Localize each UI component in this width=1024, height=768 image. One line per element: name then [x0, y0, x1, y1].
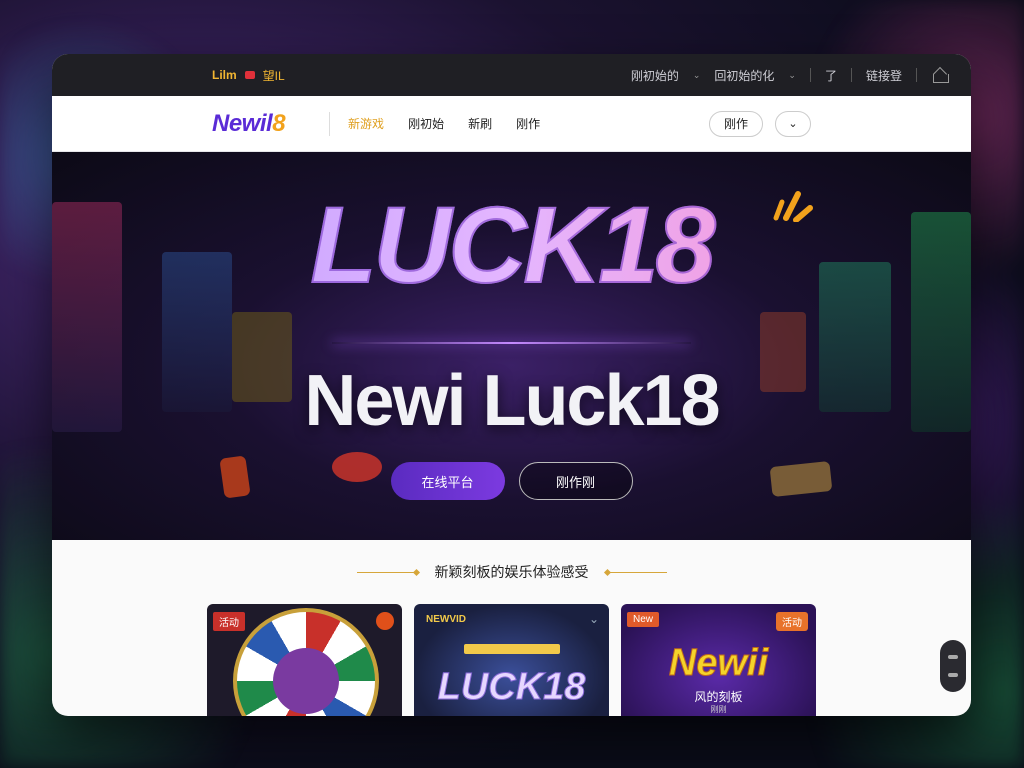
nav-item-3[interactable]: 新刷: [468, 115, 492, 132]
topbar-logo[interactable]: Lilm: [212, 68, 237, 82]
topbar-link-2[interactable]: 回初始的化: [714, 67, 774, 84]
game-cards: 活动 NEWVID ⌄ LUCK18 New 活动 Newii 风的刻板 刚刚: [52, 604, 971, 716]
card-tag: New: [627, 612, 660, 627]
chevron-icon: ⌄: [588, 612, 599, 626]
game-card-roulette[interactable]: 活动: [207, 604, 402, 716]
card-caption: 刚刚: [710, 705, 727, 714]
badge-icon: [376, 612, 394, 630]
dropdown-toggle[interactable]: ⌄: [775, 110, 811, 137]
primary-cta-button[interactable]: 在线平台: [390, 462, 505, 500]
nav-action-pill[interactable]: 刚作: [708, 110, 763, 137]
home-icon[interactable]: [931, 68, 949, 83]
card-tag: NEWVID: [426, 614, 466, 625]
divider: [329, 111, 331, 136]
glow-divider: [332, 342, 691, 344]
topbar-link-3[interactable]: 了: [825, 67, 837, 84]
nav-item-1[interactable]: 新游戏: [348, 115, 384, 132]
card-title: LUCK18: [437, 666, 586, 709]
section-title: 新颖刻板的娱乐体验感受: [434, 564, 589, 580]
secondary-cta-button[interactable]: 刚作刚: [518, 462, 633, 500]
roulette-wheel: [233, 608, 379, 716]
divider: [916, 68, 917, 82]
brand-accent: 8: [272, 109, 286, 137]
card-title: Newii: [668, 642, 769, 685]
menu-icon: [948, 654, 958, 659]
chevron-down-icon: ⌄: [692, 69, 701, 80]
divider: [809, 68, 811, 82]
topbar-promo[interactable]: 望IL: [263, 67, 285, 84]
game-card-luck18[interactable]: NEWVID ⌄ LUCK18: [414, 604, 609, 716]
chevron-down-icon: ⌄: [788, 69, 796, 80]
card-tag: 活动: [213, 612, 245, 631]
nav-item-2[interactable]: 刚初始: [408, 115, 444, 132]
hero-subtitle: Newi Luck18: [304, 361, 720, 441]
banner-strip: [464, 644, 560, 654]
game-card-newii[interactable]: New 活动 Newii 风的刻板 刚刚: [621, 604, 816, 716]
main-nav: Newil8 新游戏 刚初始 新刷 刚作 刚作 ⌄: [52, 96, 971, 152]
topbar-link-1[interactable]: 刚初始的: [631, 67, 679, 84]
brand-main: Newil: [212, 109, 273, 137]
divider: [850, 68, 852, 82]
decor-line: [606, 571, 667, 573]
card-subtitle: 风的刻板: [694, 690, 743, 704]
sparkle-icon: [773, 191, 813, 222]
brand-logo[interactable]: Newil8: [212, 109, 286, 138]
decor-line: [356, 571, 417, 573]
top-bar: Lilm 望IL 刚初始的 ⌄ 回初始的化 ⌄ 了 链接登: [52, 54, 971, 96]
menu-icon: [948, 673, 958, 678]
section-heading: 新颖刻板的娱乐体验感受: [52, 540, 971, 604]
hero-title: LUCK18: [52, 182, 971, 307]
login-link[interactable]: 链接登: [866, 67, 902, 84]
card-badge: 活动: [776, 612, 808, 631]
nav-item-4[interactable]: 刚作: [516, 115, 540, 132]
flag-icon: [244, 71, 255, 79]
browser-window: Lilm 望IL 刚初始的 ⌄ 回初始的化 ⌄ 了 链接登 Newil8 新游戏…: [52, 54, 971, 716]
floating-support-widget[interactable]: [940, 640, 966, 692]
hero-banner: LUCK18 Newi Luck18 在线平台 刚作刚: [52, 152, 971, 540]
